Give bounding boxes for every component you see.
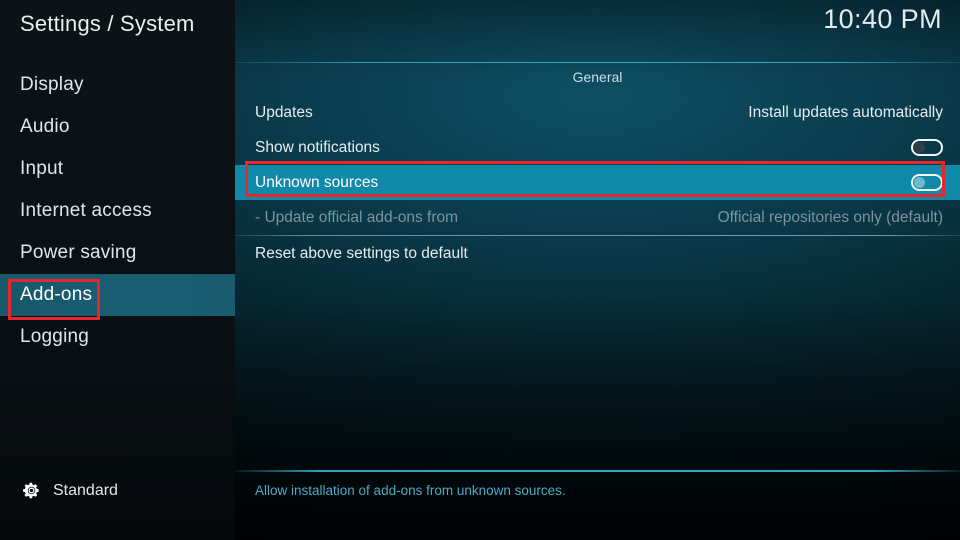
sidebar-category-list: Display Audio Input Internet access Powe…: [0, 64, 235, 358]
sidebar-item-label: Audio: [20, 116, 70, 137]
sidebar-item-label: Display: [20, 74, 84, 95]
setting-row-update-official-add-ons-from: - Update official add-ons from Official …: [235, 200, 960, 235]
settings-rows: Updates Install updates automatically Sh…: [235, 95, 960, 271]
setting-value: Official repositories only (default): [717, 208, 943, 226]
sidebar-item-internet-access[interactable]: Internet access: [0, 190, 235, 232]
kodi-settings-screen: Display Audio Input Internet access Powe…: [0, 0, 960, 540]
settings-level-label: Standard: [53, 481, 118, 499]
sidebar-item-display[interactable]: Display: [0, 64, 235, 106]
sidebar-item-label: Add-ons: [20, 284, 93, 305]
settings-level-indicator[interactable]: Standard: [22, 481, 118, 500]
setting-label: Show notifications: [255, 138, 380, 156]
setting-label: Updates: [255, 103, 313, 121]
help-text: Allow installation of add-ons from unkno…: [255, 483, 566, 498]
setting-label: Unknown sources: [255, 173, 379, 191]
setting-label: Reset above settings to default: [255, 244, 468, 262]
sidebar-item-label: Input: [20, 158, 64, 179]
gear-icon: [23, 482, 39, 499]
setting-row-updates[interactable]: Updates Install updates automatically: [235, 95, 960, 130]
sidebar-item-logging[interactable]: Logging: [0, 316, 235, 358]
sidebar: Display Audio Input Internet access Powe…: [0, 0, 235, 540]
setting-label: - Update official add-ons from: [255, 208, 459, 226]
sidebar-item-add-ons[interactable]: Add-ons: [0, 274, 235, 316]
content-top-divider: [235, 62, 960, 63]
sidebar-item-input[interactable]: Input: [0, 148, 235, 190]
settings-group-header: General: [572, 69, 623, 85]
setting-row-unknown-sources[interactable]: Unknown sources: [235, 165, 960, 200]
sidebar-item-label: Internet access: [20, 200, 152, 221]
help-divider: [235, 470, 960, 472]
sidebar-item-label: Power saving: [20, 242, 137, 263]
setting-row-reset-above-settings[interactable]: Reset above settings to default: [235, 236, 960, 271]
setting-row-show-notifications[interactable]: Show notifications: [235, 130, 960, 165]
sidebar-item-label: Logging: [20, 326, 90, 347]
setting-value: Install updates automatically: [748, 103, 943, 121]
page-title: Settings / System: [20, 11, 195, 36]
toggle-knob: [914, 177, 925, 188]
sidebar-item-power-saving[interactable]: Power saving: [0, 232, 235, 274]
toggle-knob: [914, 142, 925, 153]
settings-content-panel: General Updates Install updates automati…: [235, 0, 960, 540]
unknown-sources-toggle[interactable]: [911, 174, 943, 191]
show-notifications-toggle[interactable]: [911, 139, 943, 156]
sidebar-item-audio[interactable]: Audio: [0, 106, 235, 148]
